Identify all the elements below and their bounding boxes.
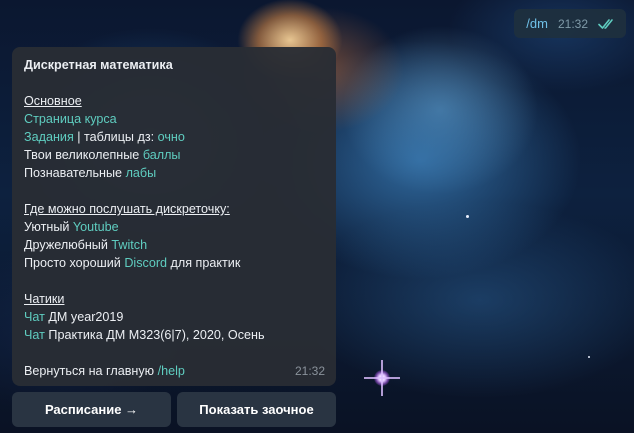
schedule-button[interactable]: Расписание →	[12, 392, 171, 427]
discord-text: Просто хороший	[24, 256, 125, 270]
scores-link[interactable]: баллы	[143, 148, 181, 162]
outgoing-message-time: 21:32	[557, 16, 588, 31]
chat-year2019-link[interactable]: Чат	[24, 310, 45, 324]
outgoing-message-text[interactable]: /dm	[526, 16, 548, 31]
chat-practice-link[interactable]: Чат	[24, 328, 45, 342]
tasks-link[interactable]: Задания	[24, 130, 74, 144]
discord-link[interactable]: Discord	[124, 256, 167, 270]
help-command-link[interactable]: /help	[158, 364, 185, 378]
tables-ochno-link[interactable]: очно	[158, 130, 185, 144]
back-text: Вернуться на главную	[24, 364, 158, 378]
chat-practice-text: Практика ДМ M323(6|7), 2020, Осень	[44, 328, 265, 342]
course-page-link[interactable]: Страница курса	[24, 112, 117, 126]
labs-link[interactable]: лабы	[126, 166, 157, 180]
twitch-text: Дружелюбный	[24, 238, 112, 252]
youtube-link[interactable]: Youtube	[73, 220, 119, 234]
twitch-link[interactable]: Twitch	[111, 238, 147, 252]
double-check-icon	[598, 18, 613, 29]
star-decoration	[466, 215, 469, 218]
incoming-message: Дискретная математика Основное Страница …	[12, 47, 336, 386]
message-title: Дискретная математика	[24, 58, 173, 72]
discord-suffix: для практик	[167, 256, 241, 270]
tables-text: | таблицы дз:	[73, 130, 158, 144]
star-decoration	[588, 356, 590, 358]
youtube-text: Уютный	[24, 220, 73, 234]
chat-year2019-text: ДМ year2019	[44, 310, 124, 324]
section-listen-heading: Где можно послушать дискреточку:	[24, 202, 230, 216]
labs-text: Познавательные	[24, 166, 126, 180]
bright-star-decoration	[364, 360, 400, 396]
show-remote-button[interactable]: Показать заочное	[177, 392, 336, 427]
incoming-message-time: 21:32	[294, 364, 325, 378]
section-chats-heading: Чатики	[24, 292, 65, 306]
outgoing-message[interactable]: /dm 21:32	[514, 9, 626, 38]
scores-text: Твои великолепные	[24, 148, 143, 162]
section-main-heading: Основное	[24, 94, 82, 108]
